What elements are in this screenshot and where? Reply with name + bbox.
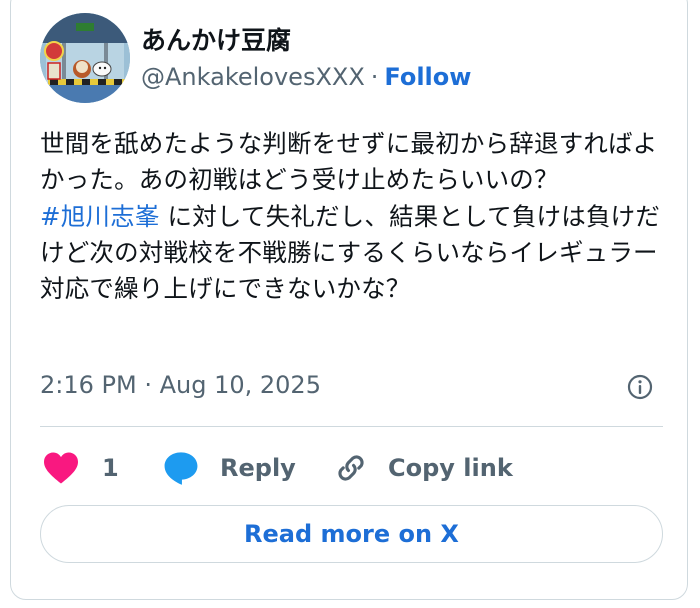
copy-link-label: Copy link bbox=[388, 454, 513, 482]
reply-bubble-icon bbox=[164, 452, 198, 485]
follow-link[interactable]: Follow bbox=[384, 63, 471, 91]
tweet-text-part-1: 世間を舐めたような判断をせずに最初から辞退すればよかった。あの初戦はどう受け止め… bbox=[40, 129, 658, 195]
hashtag-link[interactable]: #旭川志峯 bbox=[40, 202, 160, 231]
reply-label: Reply bbox=[220, 454, 296, 482]
copy-link-button[interactable]: Copy link bbox=[334, 446, 513, 490]
avatar[interactable] bbox=[40, 13, 130, 103]
tweet-text: 世間を舐めたような判断をせずに最初から辞退すればよかった。あの初戦はどう受け止め… bbox=[40, 126, 665, 307]
user-handle[interactable]: @AnkakelovesXXX bbox=[141, 63, 365, 91]
like-count: 1 bbox=[102, 454, 119, 482]
avatar-image bbox=[40, 13, 130, 103]
heart-icon bbox=[44, 452, 78, 484]
tweet-header: あんかけ豆腐 @AnkakelovesXXX · Follow bbox=[40, 13, 660, 103]
separator-dot: · bbox=[370, 63, 379, 91]
handle-row: @AnkakelovesXXX · Follow bbox=[141, 63, 471, 91]
info-icon[interactable] bbox=[626, 373, 654, 401]
divider bbox=[40, 426, 663, 427]
timestamp[interactable]: 2:16 PM · Aug 10, 2025 bbox=[40, 371, 321, 399]
actions-bar: 1 Reply Copy link bbox=[40, 446, 660, 490]
reply-button[interactable]: Reply bbox=[162, 446, 296, 490]
link-icon bbox=[338, 455, 364, 481]
display-name[interactable]: あんかけ豆腐 bbox=[141, 21, 291, 57]
like-button[interactable]: 1 bbox=[42, 446, 119, 490]
read-more-button[interactable]: Read more on X bbox=[40, 505, 663, 563]
timestamp-row: 2:16 PM · Aug 10, 2025 bbox=[40, 371, 660, 405]
